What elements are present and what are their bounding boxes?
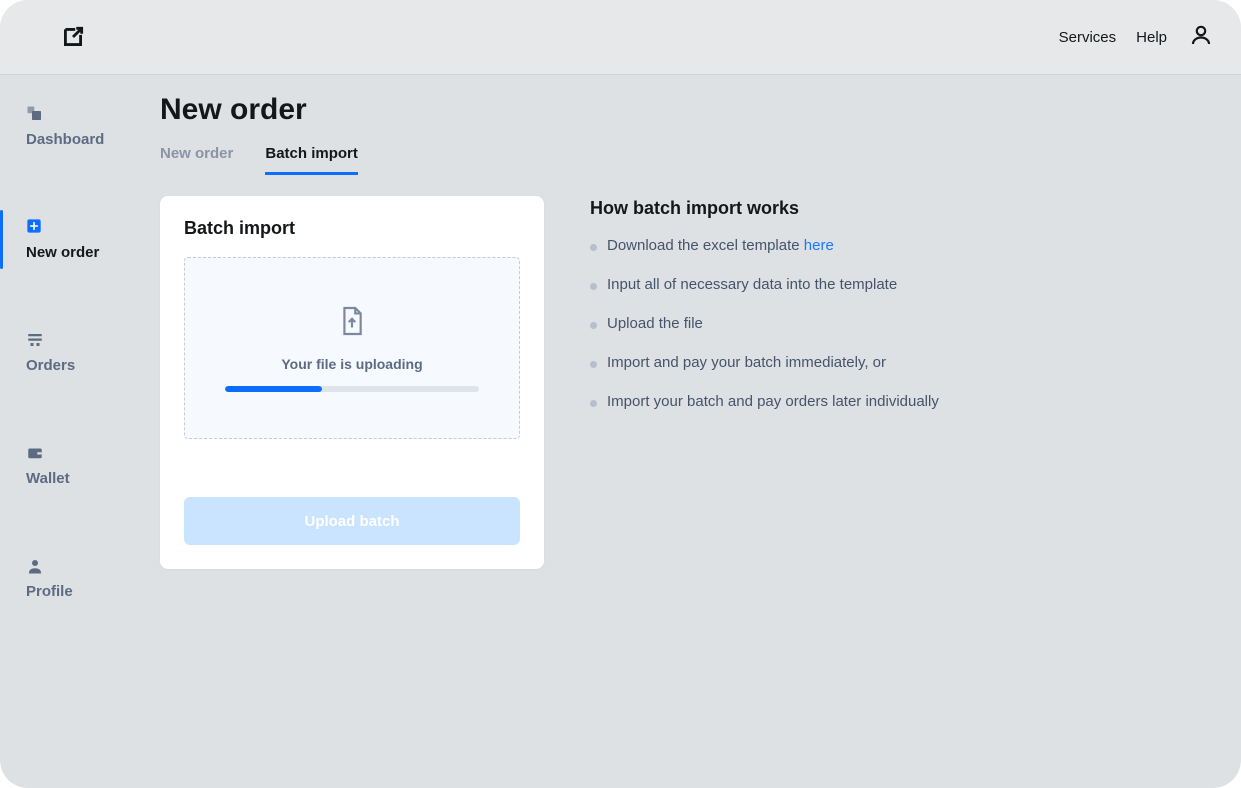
batch-import-card: Batch import Your file is uploading: [160, 196, 544, 569]
main: New order New order Batch import Batch i…: [160, 75, 1241, 788]
sidebar-item-orders[interactable]: Orders: [0, 311, 160, 394]
info-panel: How batch import works Download the exce…: [590, 196, 939, 432]
bullet-icon: [590, 400, 597, 407]
info-step-4: Import and pay your batch immediately, o…: [590, 354, 939, 371]
nav-help[interactable]: Help: [1136, 29, 1167, 46]
info-step-text: Upload the file: [607, 315, 703, 332]
progress-bar-fill: [225, 386, 322, 392]
sidebar-item-dashboard[interactable]: Dashboard: [0, 85, 160, 168]
plus-square-icon: [26, 218, 44, 236]
info-step-3: Upload the file: [590, 315, 939, 332]
sidebar-item-label: Orders: [26, 357, 160, 374]
body: Dashboard New order Orders: [0, 75, 1241, 788]
dropzone[interactable]: Your file is uploading: [184, 257, 520, 439]
info-step-1-prefix: Download the excel template: [607, 237, 804, 254]
profile-icon: [26, 557, 44, 575]
info-step-text: Input all of necessary data into the tem…: [607, 276, 897, 293]
tab-new-order[interactable]: New order: [160, 137, 233, 175]
bullet-icon: [590, 322, 597, 329]
wallet-icon: [26, 444, 44, 462]
info-list: Download the excel template here Input a…: [590, 237, 939, 410]
info-step-1: Download the excel template here: [590, 237, 939, 254]
bullet-icon: [590, 244, 597, 251]
bullet-icon: [590, 283, 597, 290]
tabs: New order Batch import: [160, 137, 1201, 176]
user-avatar-icon[interactable]: [1189, 23, 1213, 52]
info-step-text: Download the excel template here: [607, 237, 834, 254]
info-step-2: Input all of necessary data into the tem…: [590, 276, 939, 293]
info-step-5: Import your batch and pay orders later i…: [590, 393, 939, 410]
template-download-link[interactable]: here: [804, 237, 834, 254]
logo-icon: [60, 24, 86, 50]
topbar: Services Help: [0, 0, 1241, 75]
sidebar-item-profile[interactable]: Profile: [0, 537, 160, 620]
upload-status-text: Your file is uploading: [281, 356, 422, 372]
app-window: Services Help Dashboard New order: [0, 0, 1241, 788]
info-step-text: Import and pay your batch immediately, o…: [607, 354, 886, 371]
sidebar-item-label: Wallet: [26, 470, 160, 487]
sidebar-item-label: New order: [26, 244, 160, 261]
card-title: Batch import: [184, 218, 520, 239]
info-title: How batch import works: [590, 198, 939, 219]
content-columns: Batch import Your file is uploading: [160, 196, 1201, 569]
tab-batch-import[interactable]: Batch import: [265, 137, 358, 175]
nav-services[interactable]: Services: [1059, 29, 1117, 46]
sidebar-item-label: Profile: [26, 583, 160, 600]
bullet-icon: [590, 361, 597, 368]
orders-icon: [26, 331, 44, 349]
upload-batch-button[interactable]: Upload batch: [184, 497, 520, 545]
sidebar: Dashboard New order Orders: [0, 75, 160, 788]
file-upload-icon: [339, 305, 365, 342]
progress-bar: [225, 386, 479, 392]
info-step-text: Import your batch and pay orders later i…: [607, 393, 939, 410]
sidebar-item-new-order[interactable]: New order: [0, 198, 160, 281]
sidebar-item-wallet[interactable]: Wallet: [0, 424, 160, 507]
page-title: New order: [160, 93, 1201, 127]
sidebar-item-label: Dashboard: [26, 131, 160, 148]
dashboard-icon: [26, 105, 44, 123]
